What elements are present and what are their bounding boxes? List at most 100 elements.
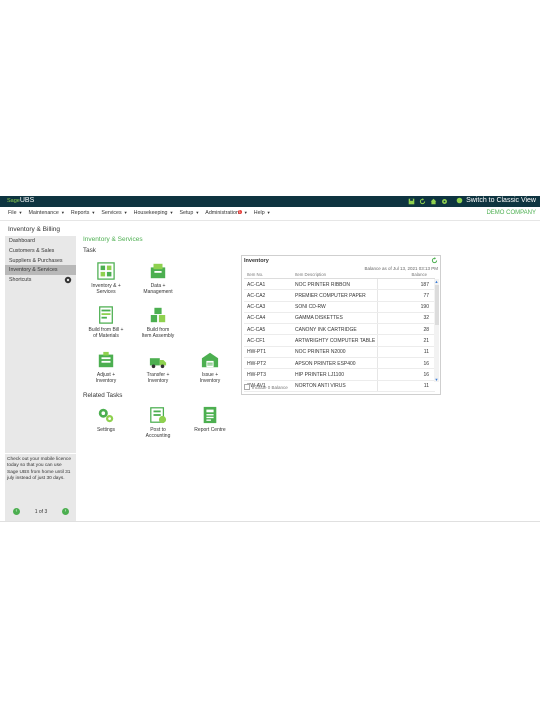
table-header: Item No. Item Description Balance [244,272,435,279]
task-label: Item Assembly [141,333,175,340]
app-window: SageUBS Switch to Classic View File ▼ Mai… [0,196,540,522]
inventory-table-body: AC-CA1 NOC PRINTER RIBBON 187 AC-CA2 PREMIE… [244,279,435,392]
page-title: Inventory & Services [83,236,143,243]
scrollbar-thumb[interactable] [434,285,439,325]
table-row[interactable]: AC-CA2 PREMIER COMPUTER PAPER 77 [244,290,435,302]
save-icon[interactable] [408,198,415,205]
cell-item: AC-CF1 [247,337,266,344]
plus-icon[interactable]: + [121,327,124,333]
task-heading: Task [83,247,96,254]
sidebar-item-inventory-services[interactable]: Inventory & Services [5,265,76,276]
column-header-item[interactable]: Item No. [247,272,263,277]
brand-sage: Sage [7,198,20,204]
menu-file[interactable]: File ▼ [8,210,23,216]
task-label: Build from [146,327,170,333]
home-icon[interactable] [430,198,437,205]
cell-balance: 11 [423,383,429,390]
include-zero-balance-option[interactable]: Include 0 Balance [244,384,288,390]
refresh-icon[interactable] [419,197,426,205]
table-row[interactable]: HW-PT3 HIP PRINTER LJ1100 16 [244,369,435,381]
cell-item: AC-CA2 [247,292,266,299]
inventory-widget: Inventory Balance as of Jul 13, 2021 03:… [241,255,441,395]
plus-icon[interactable]: + [118,283,121,289]
table-row[interactable]: AC-CF1 ARTWRIGHTY COMPUTER TABLE 21 [244,335,435,347]
menu-maintenance[interactable]: Maintenance ▼ [29,210,65,216]
cell-balance: 77 [423,292,429,299]
task-data-management[interactable]: Data + Management [133,262,183,296]
menu-help[interactable]: Help ▼ [254,210,271,216]
column-divider [377,301,378,312]
table-row[interactable]: HW-PT1 NOC PRINTER N2000 11 [244,346,435,359]
menu-administration[interactable]: Administration1 ▼ [205,210,248,216]
gear-icon[interactable] [64,276,72,284]
cell-description: SONI CD-RW [295,304,326,311]
task-build-from-assembly[interactable]: Build from Item Assembly [133,306,183,340]
related-report-centre[interactable]: Report Centre [185,406,235,433]
task-label: of Materials [93,333,119,340]
menu-reports[interactable]: Reports ▼ [71,210,96,216]
cell-description: ARTWRIGHTY COMPUTER TABLE [295,337,376,344]
task-adjust-inventory[interactable]: Adjust + Inventory [81,351,131,385]
column-divider [377,279,378,290]
sidebar-item-suppliers-purchases[interactable]: Suppliers & Purchases [5,256,76,266]
task-inventory-services[interactable]: Inventory & + Services [81,262,131,296]
cell-balance: 21 [423,337,429,344]
plus-icon[interactable]: + [166,372,169,378]
plus-icon[interactable]: + [112,372,115,378]
sidebar-item-label: Inventory & Services [9,267,58,274]
transfer-inventory-icon [149,358,167,369]
column-divider [377,290,378,301]
chevron-down-icon: ▼ [169,210,174,215]
table-row[interactable]: AC-CA5 CANONY INK CARTRIDGE 28 [244,324,435,336]
column-header-description[interactable]: Item Description [295,272,326,277]
issue-inventory-icon [201,352,219,368]
plus-icon[interactable]: + [215,372,218,378]
scroll-up-icon[interactable]: ▲ [434,279,439,284]
menu-help-label: Help [253,210,265,216]
task-issue-inventory[interactable]: Issue + Inventory [185,351,235,385]
report-centre-icon [203,406,217,424]
table-row[interactable]: AC-CA4 GAMMA DISKETTES 32 [244,312,435,325]
post-to-accounting-icon [150,407,167,424]
table-row[interactable]: AC-CA3 SONI CD-RW 190 [244,301,435,313]
menu-housekeeping[interactable]: Housekeeping ▼ [134,210,174,216]
prev-arrow-icon[interactable]: ‹ [13,508,20,515]
table-scrollbar[interactable]: ▲ ▼ [434,279,439,382]
main-menu: File ▼ Maintenance ▼ Reports ▼ Services ▼ Ho… [8,210,271,216]
related-settings[interactable]: Settings [81,406,131,433]
task-label: Adjust [96,372,111,378]
task-label: Inventory [147,378,169,385]
menu-setup[interactable]: Setup ▼ [179,210,199,216]
item-assembly-icon [150,307,166,323]
cell-description: PREMIER COMPUTER PAPER [295,292,366,299]
chevron-down-icon: ▼ [91,210,96,215]
sidebar-item-dashboard[interactable]: Dashboard [5,236,76,246]
sidebar-item-customers-sales[interactable]: Customers & Sales [5,246,76,256]
cell-item: HW-PT1 [247,349,267,356]
cell-description: GAMMA DISKETTES [295,315,343,322]
include-zero-balance-checkbox[interactable] [244,384,250,390]
cell-balance: 32 [423,315,429,322]
app-brand: SageUBS [7,197,34,204]
menu-services[interactable]: Services ▼ [101,210,127,216]
table-row[interactable]: HW-PT2 APSON PRINTER ESP400 16 [244,358,435,370]
column-header-balance[interactable]: Balance [411,272,427,277]
refresh-icon[interactable] [431,257,438,264]
task-build-from-bom[interactable]: Build from Bill + of Materials [81,306,131,340]
gear-icon[interactable] [441,198,448,205]
switch-classic-view-button[interactable]: Switch to Classic View [456,197,536,204]
related-post-to-accounting[interactable]: Post to Accounting [133,406,183,440]
widget-title: Inventory [244,258,269,264]
task-label: Issue [201,372,214,378]
promo-text: Check out your mobile licence today so t… [7,457,71,481]
company-name[interactable]: DEMO COMPANY [486,210,536,216]
sidebar-item-shortcuts[interactable]: Shortcuts [5,275,76,285]
table-row[interactable]: AC-CA1 NOC PRINTER RIBBON 187 [244,279,435,291]
plus-icon[interactable]: + [163,283,166,289]
task-transfer-inventory[interactable]: Transfer + Inventory [133,351,183,385]
titlebar-icons [408,197,448,205]
menu-reports-label: Reports [70,210,90,216]
cell-description: HIP PRINTER LJ1100 [295,371,345,378]
next-arrow-icon[interactable]: › [61,508,69,515]
scroll-down-icon[interactable]: ▼ [434,377,439,382]
